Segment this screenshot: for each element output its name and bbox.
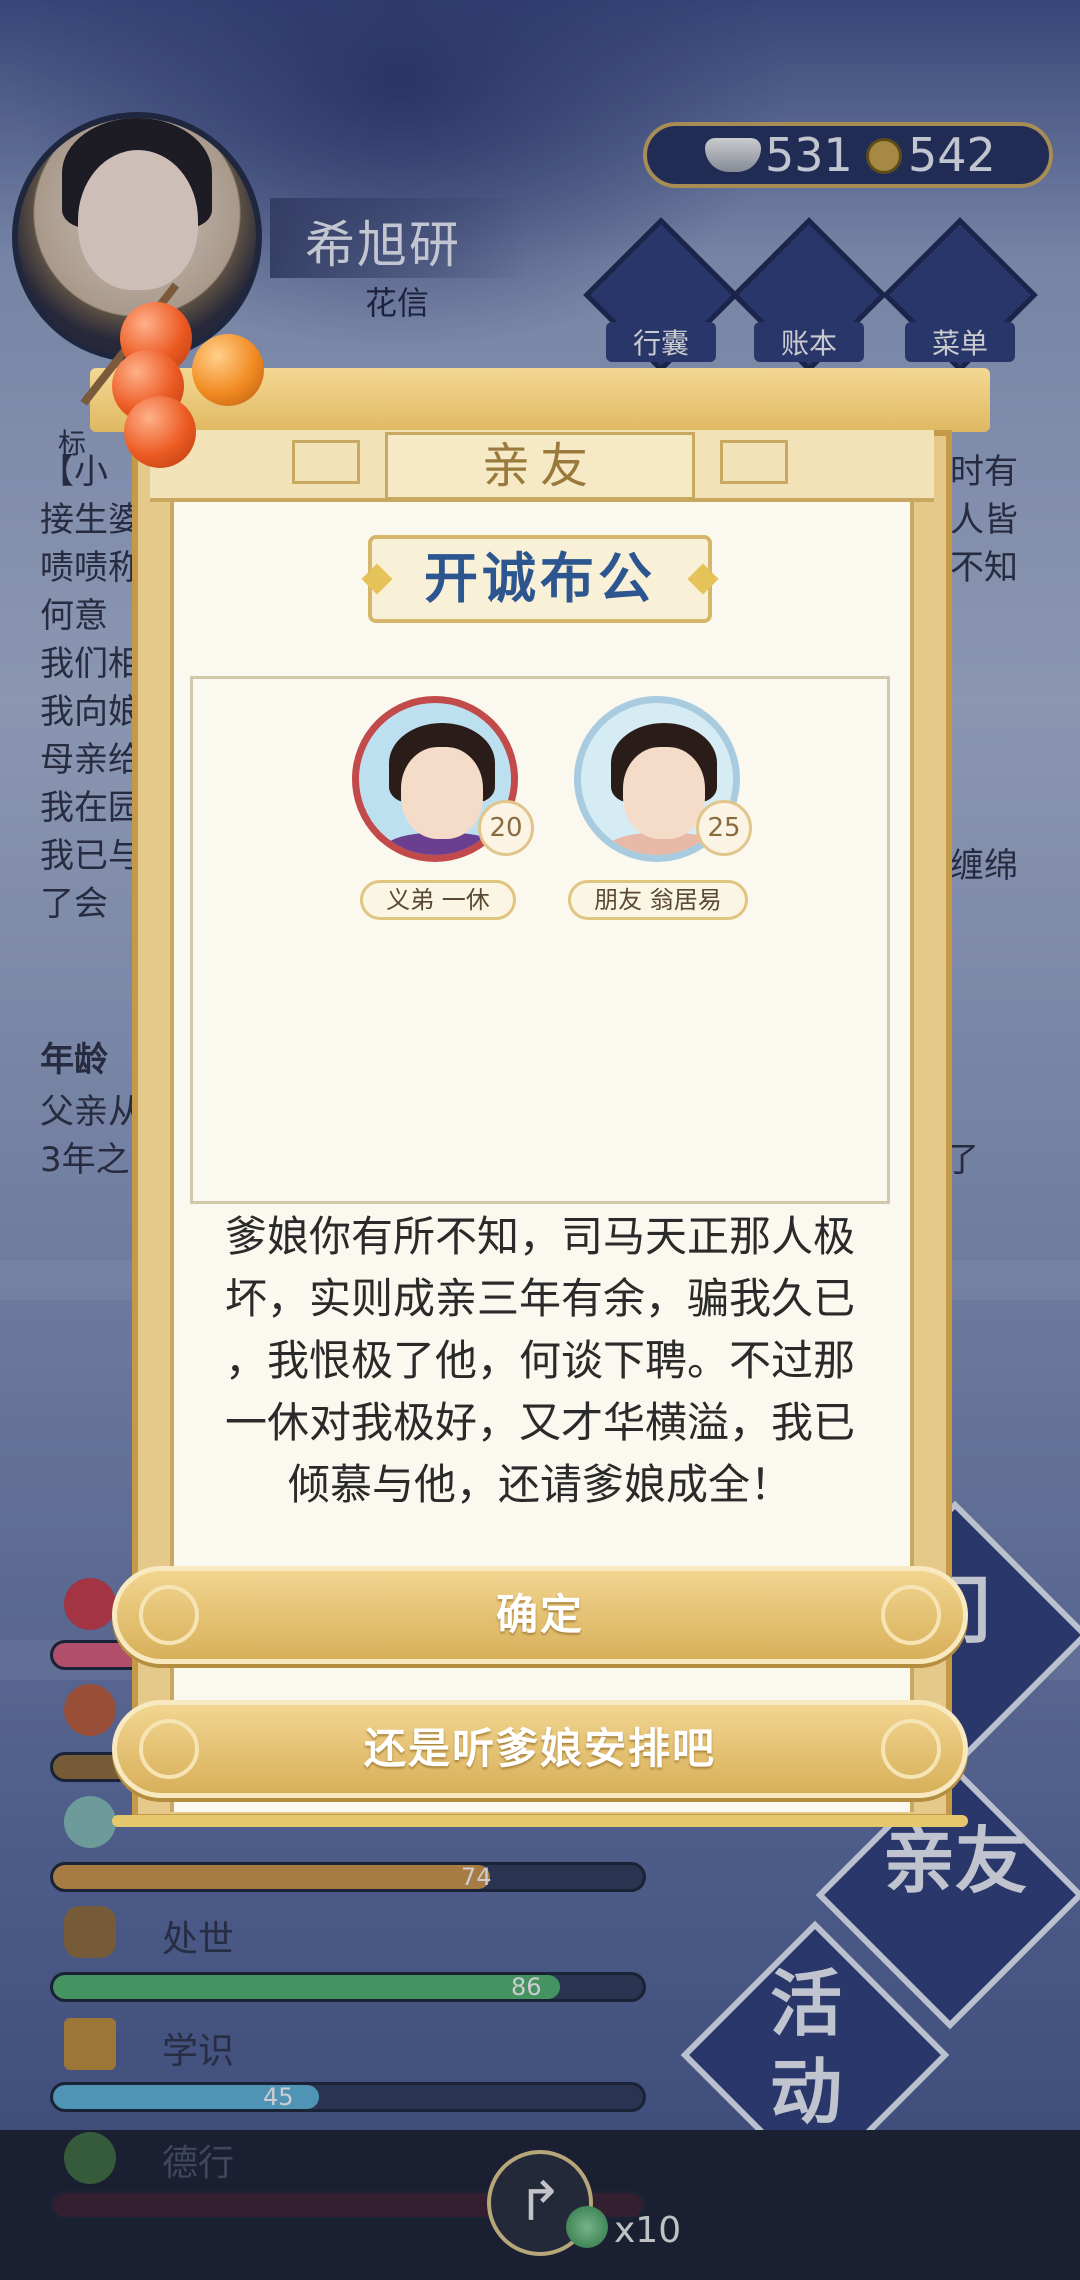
message-line: 倾慕与他，还请爹娘成全！ [287,1460,792,1509]
character-name-tag: 义弟 一休 [360,880,516,920]
character-name-tag: 朋友 翁居易 [568,880,748,920]
age-badge: 20 [478,800,534,856]
dialog-message: 爹娘你有所不知，司马天正那人极 坏，实则成亲三年有余，骗我久已 ，我恨极了他，何… [206,1206,874,1516]
confirm-button-label[interactable]: 确定 [112,1566,968,1664]
face [623,747,705,839]
scroll-bottom-roller [112,1815,968,1827]
orange-icon [192,334,264,406]
message-line: 一休对我极好，又才华横溢，我已 [224,1398,855,1447]
portrait-area [190,676,890,1204]
event-title: 开诚布公 [424,547,656,610]
age-badge: 25 [696,800,752,856]
message-line: 爹娘你有所不知，司马天正那人极 [224,1212,855,1261]
obey-parents-button-label[interactable]: 还是听爹娘安排吧 [112,1700,968,1798]
tanghulu-icon [124,396,196,468]
face [401,747,483,839]
header-ornament [292,440,360,484]
message-line: ，我恨极了他，何谈下聘。不过那 [224,1336,855,1385]
header-ornament [720,440,788,484]
message-line: 坏，实则成亲三年有余，骗我久已 [224,1274,855,1323]
dialog-header-title: 亲友 [481,438,598,494]
